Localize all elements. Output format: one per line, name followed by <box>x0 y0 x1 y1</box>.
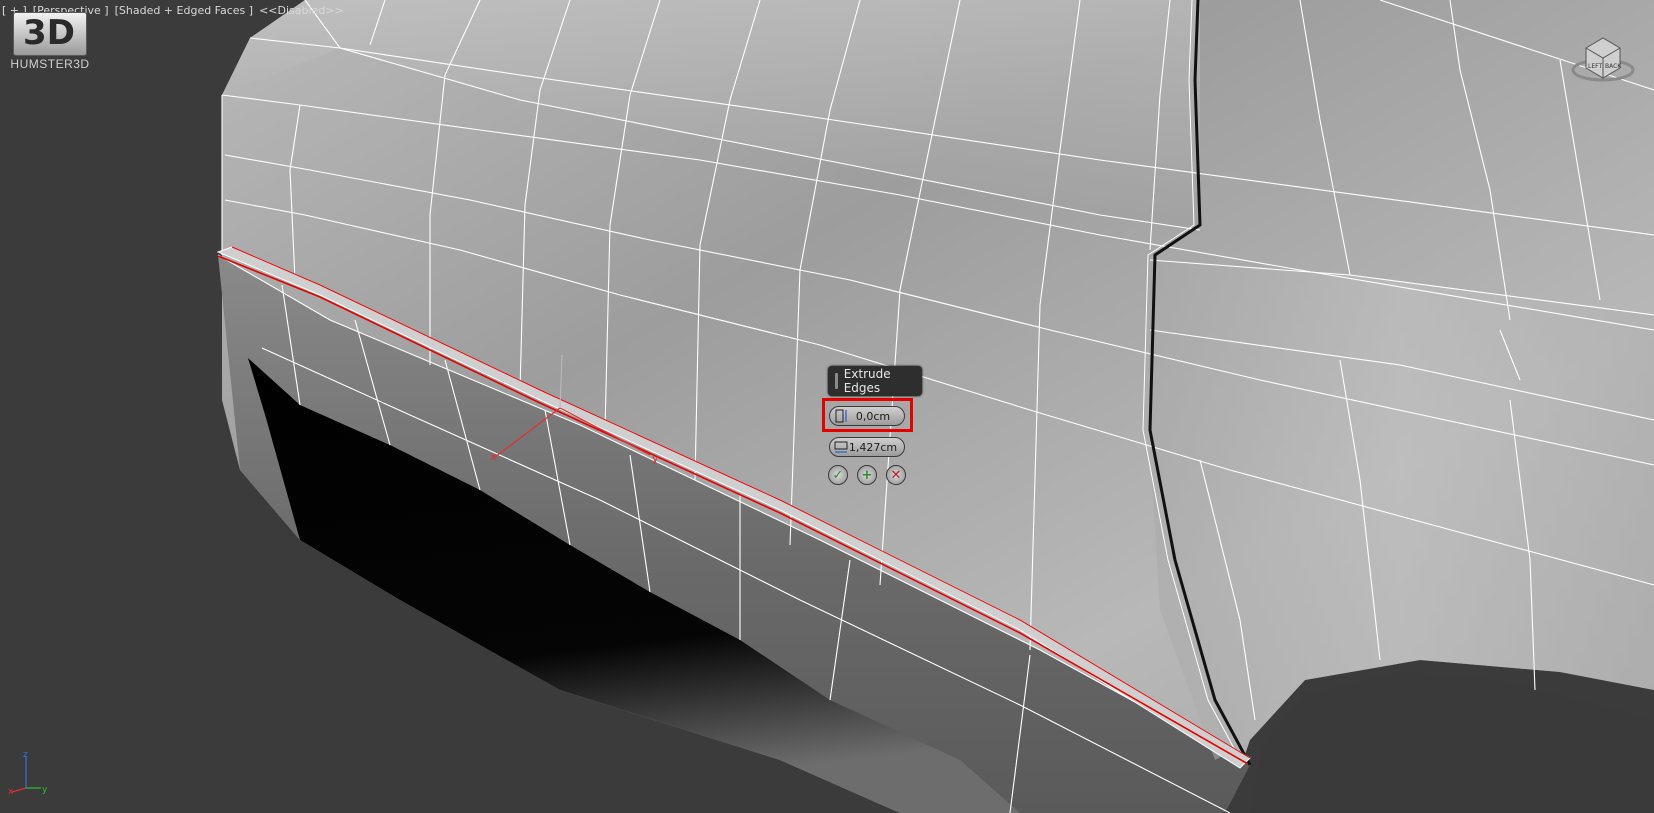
viewcube-icon[interactable]: LEFT BACK <box>1568 30 1638 86</box>
extrude-height-icon <box>834 409 848 423</box>
extrude-width-value[interactable]: 1,427cm <box>848 441 904 454</box>
extrude-height-field[interactable]: 0,0cm <box>829 406 905 426</box>
extrude-height-value[interactable]: 0,0cm <box>848 410 904 423</box>
axis-y-label: y <box>42 785 48 795</box>
caddy-cancel-button[interactable]: ✕ <box>886 465 906 485</box>
extrude-width-field[interactable]: 1,427cm <box>829 437 905 457</box>
viewcube[interactable]: LEFT BACK <box>1568 30 1638 86</box>
logo-brand-text: HUMSTER3D <box>10 57 90 71</box>
gizmo-x-label: x <box>490 450 497 463</box>
humster3d-logo: 3D HUMSTER3D <box>10 10 90 71</box>
axis-tripod-icon: x y z <box>8 750 48 795</box>
axis-z-label: z <box>23 750 28 760</box>
caddy-ok-button[interactable]: ✓ <box>828 465 848 485</box>
viewport-disabled-label[interactable]: <<Disabled>> <box>259 4 344 17</box>
world-axis-tripod: x y z <box>8 750 53 795</box>
viewport-shading-mode[interactable]: [Shaded + Edged Faces ] <box>115 4 253 17</box>
extrude-width-icon <box>834 440 848 454</box>
viewcube-back-face: BACK <box>1605 63 1622 70</box>
caddy-title-panel[interactable]: Extrude Edges <box>828 366 922 396</box>
gizmo-y-label: y <box>652 452 659 465</box>
caddy-apply-button[interactable]: + <box>857 465 877 485</box>
logo-mark: 3D <box>23 13 75 53</box>
viewcube-left-face: LEFT <box>1588 63 1602 70</box>
axis-x-label: x <box>8 787 14 795</box>
caddy-title: Extrude Edges <box>843 367 891 395</box>
caddy-grip-handle[interactable] <box>835 373 838 389</box>
perspective-viewport[interactable]: x y [ + ] [Perspective ] [Shaded + Edged… <box>0 0 1654 813</box>
